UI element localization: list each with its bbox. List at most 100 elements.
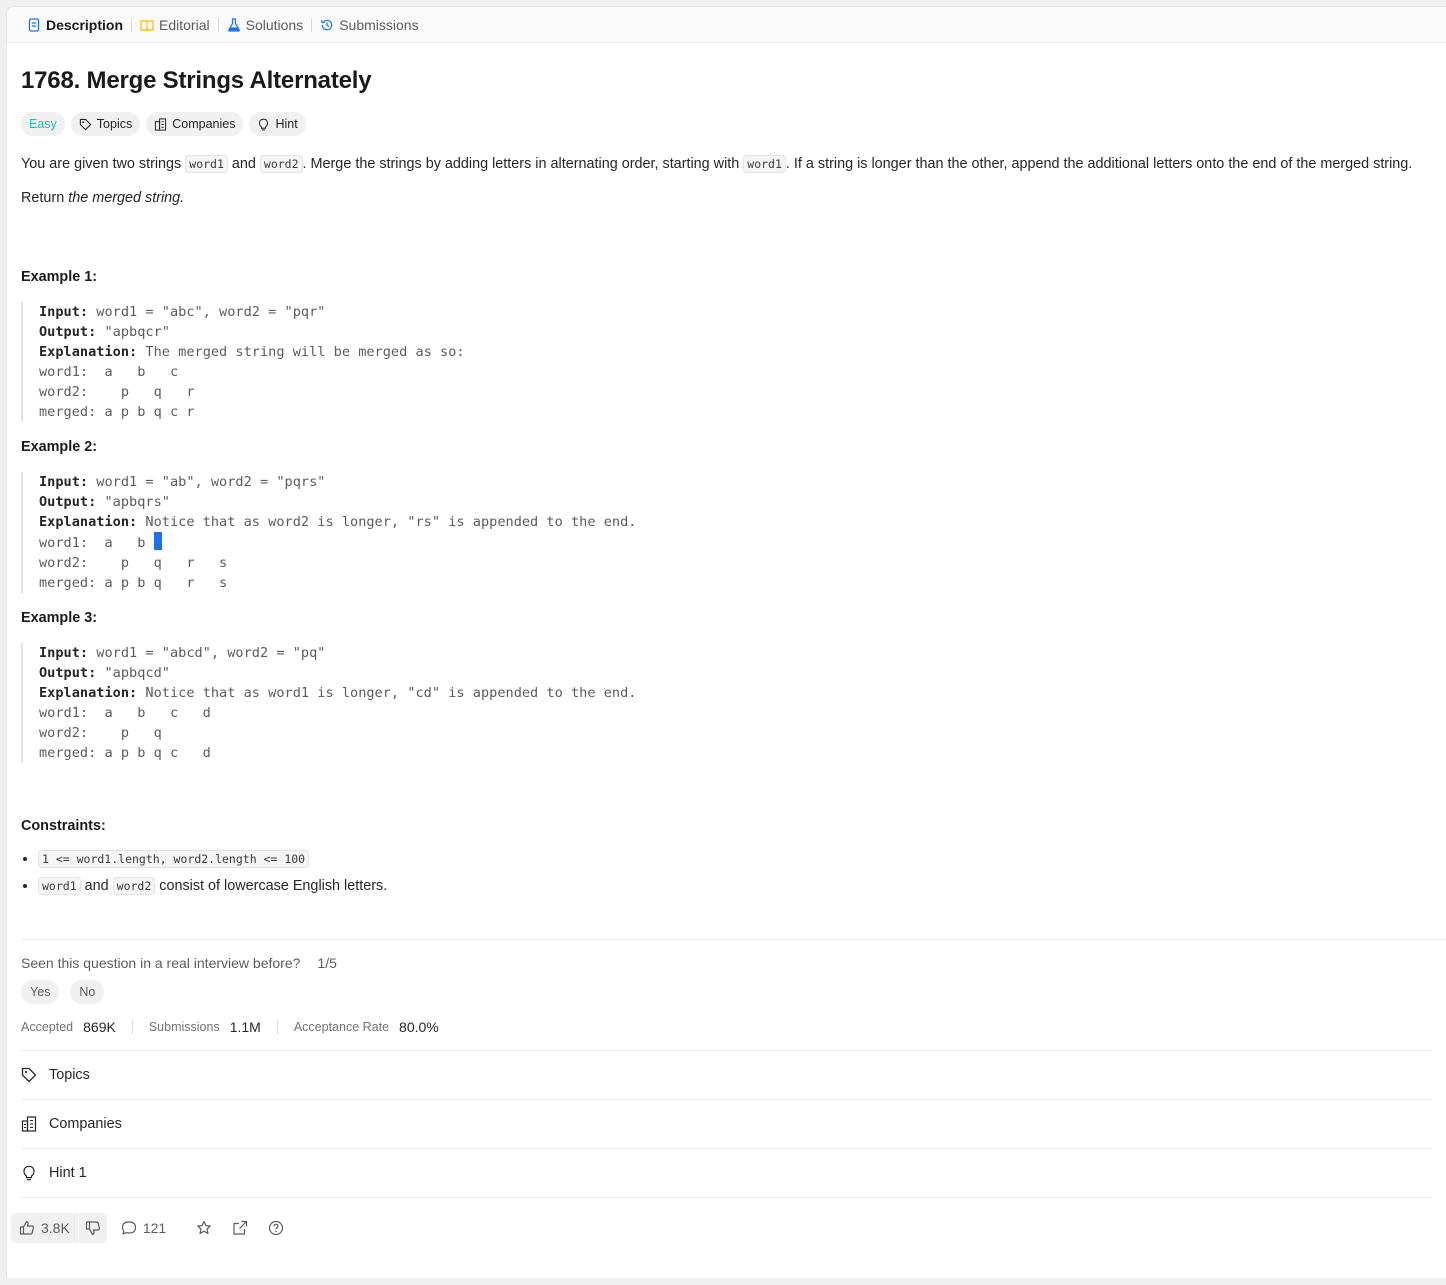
explanation-label: Explanation: — [39, 344, 138, 360]
output-label: Output: — [39, 324, 97, 340]
no-button[interactable]: No — [70, 980, 105, 1004]
example-1-title: Example 1: — [21, 269, 97, 285]
thumbs-down-icon — [85, 1221, 100, 1236]
problem-description: You are given two strings word1 and word… — [21, 153, 1432, 175]
input-label: Input: — [39, 645, 89, 661]
companies-section[interactable]: Companies — [21, 1099, 1432, 1148]
page-title: 1768. Merge Strings Alternately — [21, 67, 372, 94]
star-icon — [197, 1220, 212, 1235]
tab-label: Editorial — [159, 16, 210, 33]
trace-line: merged: a p b q c r — [39, 404, 195, 420]
constraint-text: consist of lowercase English letters. — [155, 878, 388, 894]
output-label: Output: — [39, 665, 97, 681]
input-value: word1 = "ab", word2 = "pqrs" — [88, 474, 326, 490]
trace-line: word2: p q r s — [39, 555, 228, 571]
help-button[interactable] — [268, 1220, 284, 1236]
trace-line: word2: p q — [39, 725, 162, 741]
companies-pill[interactable]: Companies — [146, 112, 244, 136]
pill-label: Hint — [275, 117, 298, 131]
section-label: Topics — [49, 1067, 90, 1083]
tab-label: Solutions — [245, 16, 304, 33]
example-1-block: Input: word1 = "abc", word2 = "pqr" Outp… — [21, 302, 1432, 422]
example-2-title: Example 2: — [21, 439, 97, 455]
output-label: Output: — [39, 494, 97, 510]
example-3-block: Input: word1 = "abcd", word2 = "pq" Outp… — [21, 643, 1432, 763]
description-icon — [28, 17, 40, 32]
acceptance-rate-label: Acceptance Rate — [293, 1020, 390, 1034]
like-button[interactable]: 3.8K — [11, 1220, 78, 1236]
topics-pill[interactable]: Topics — [70, 112, 141, 136]
trace-line: merged: a p b q r s — [39, 575, 228, 591]
tab-bar: Description Editorial Solutions Submissi… — [7, 7, 1446, 43]
tab-label: Description — [46, 16, 124, 33]
trace-line: merged: a p b q c d — [39, 745, 211, 761]
section-divider — [21, 939, 1446, 940]
trace-line: word1: a b c — [39, 364, 179, 380]
stat-divider — [131, 1020, 133, 1034]
constraint-item: word1 and word2 consist of lowercase Eng… — [38, 877, 1432, 895]
tab-submissions[interactable]: Submissions — [312, 7, 426, 43]
accepted-label: Accepted — [21, 1020, 74, 1034]
section-label: Hint 1 — [49, 1165, 87, 1181]
difficulty-label: Easy — [29, 117, 57, 131]
desc-text: . Merge the strings by adding letters in… — [302, 156, 744, 172]
output-value: "apbqcr" — [96, 324, 170, 340]
inline-code: word2 — [259, 155, 303, 173]
input-label: Input: — [39, 304, 89, 320]
building-icon — [21, 1116, 37, 1132]
section-divider — [21, 1197, 1432, 1213]
building-icon — [155, 117, 167, 131]
stats-bar: Accepted 869K Submissions 1.1M Acceptance … — [21, 1019, 1432, 1035]
book-icon — [140, 19, 154, 32]
tag-icon — [79, 118, 91, 130]
difficulty-badge: Easy — [21, 112, 65, 136]
input-value: word1 = "abc", word2 = "pqr" — [88, 304, 326, 320]
inline-code: 1 <= word1.length, word2.length <= 100 — [38, 850, 310, 868]
comment-icon — [121, 1221, 136, 1235]
explanation-text: Notice that as word2 is longer, "rs" is … — [137, 514, 637, 530]
stat-divider — [276, 1020, 278, 1034]
flask-icon — [227, 17, 240, 32]
question-icon — [269, 1220, 284, 1236]
interview-question: Seen this question in a real interview b… — [21, 955, 1432, 971]
description-content: 1768. Merge Strings Alternately Easy Top… — [7, 67, 1446, 895]
dislike-button[interactable] — [79, 1220, 107, 1236]
favorite-button[interactable] — [196, 1220, 212, 1236]
example-2-block: Input: word1 = "ab", word2 = "pqrs" Outp… — [21, 472, 1432, 593]
interview-label: Seen this question in a real interview b… — [21, 955, 301, 971]
tab-solutions[interactable]: Solutions — [219, 7, 312, 43]
hint-section[interactable]: Hint 1 — [21, 1148, 1432, 1197]
desc-text: . If a string is longer than the other, … — [785, 156, 1413, 172]
external-link-icon — [233, 1220, 248, 1235]
desc-text: You are given two strings — [21, 156, 186, 172]
constraint-item: 1 <= word1.length, word2.length <= 100 — [38, 850, 1432, 868]
thumbs-up-icon — [19, 1220, 34, 1235]
vote-group: 3.8K — [11, 1213, 107, 1243]
output-value: "apbqrs" — [96, 494, 170, 510]
explanation-text: The merged string will be merged as so: — [137, 344, 465, 360]
explanation-label: Explanation: — [39, 685, 138, 701]
interview-count: 1/5 — [317, 955, 337, 971]
hint-pill[interactable]: Hint — [249, 112, 306, 136]
output-value: "apbqcd" — [96, 665, 170, 681]
history-icon — [321, 19, 333, 30]
tab-editorial[interactable]: Editorial — [132, 7, 218, 43]
like-count: 3.8K — [41, 1220, 70, 1236]
trace-line: word1: a b c d — [39, 705, 211, 721]
submissions-label: Submissions — [148, 1020, 220, 1034]
share-button[interactable] — [232, 1220, 248, 1236]
tag-icon — [21, 1067, 37, 1083]
tab-description[interactable]: Description — [19, 7, 131, 43]
topics-section[interactable]: Topics — [21, 1050, 1432, 1099]
submissions-value: 1.1M — [229, 1019, 261, 1035]
constraints-title: Constraints: — [21, 818, 106, 834]
desc-text: and — [227, 156, 260, 172]
comments-button[interactable]: 121 — [121, 1220, 166, 1236]
comment-count: 121 — [142, 1220, 167, 1236]
trace-line: word2: p q r — [39, 384, 195, 400]
inline-code: word1 — [743, 155, 786, 173]
yes-button[interactable]: Yes — [21, 980, 60, 1004]
accepted-value: 869K — [83, 1019, 116, 1035]
interview-buttons: Yes No — [21, 980, 1432, 1004]
inline-code: word2 — [112, 877, 156, 895]
